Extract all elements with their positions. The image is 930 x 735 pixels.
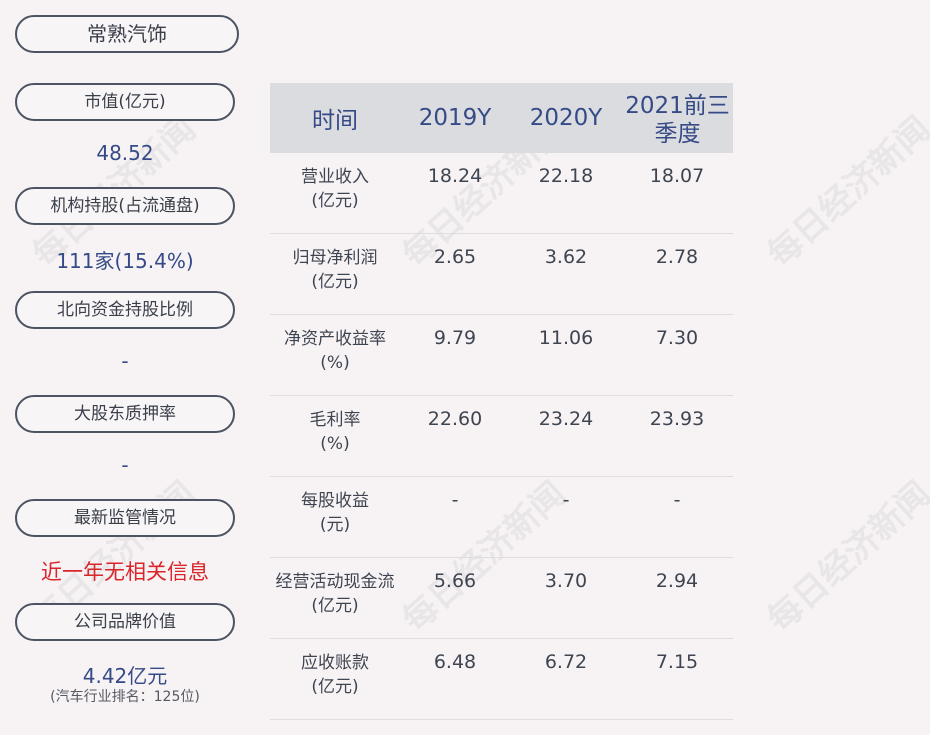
row-label: 归母净利润 (亿元) — [270, 246, 400, 294]
table-cell: 6.72 — [544, 651, 588, 673]
table-cell: 7.30 — [655, 327, 699, 349]
table-cell: - — [562, 489, 570, 511]
table-cell: 7.15 — [655, 651, 699, 673]
row-label-name: 归母净利润 — [292, 248, 378, 268]
table-row: 经营活动现金流 (亿元) 5.66 3.70 2.94 — [270, 558, 733, 639]
pledge-label: 大股东质押率 — [15, 395, 235, 433]
header-2021q3: 2021前三季度 — [625, 93, 730, 147]
brand-rank-note: (汽车行业排名：125位) — [50, 689, 200, 705]
table-row: 每股收益 (元) - - - — [270, 477, 733, 558]
header-2020: 2020Y — [529, 105, 603, 131]
institution-label: 机构持股(占流通盘) — [15, 187, 235, 225]
table-row: 净资产收益率 (%) 9.79 11.06 7.30 — [270, 315, 733, 396]
table-cell: 18.24 — [427, 165, 483, 187]
pledge-value: - — [121, 453, 129, 477]
table-cell: 22.18 — [538, 165, 594, 187]
table-cell: 18.07 — [649, 165, 705, 187]
table-row: 归母净利润 (亿元) 2.65 3.62 2.78 — [270, 234, 733, 315]
table-row: 应收账款 (亿元) 6.48 6.72 7.15 — [270, 639, 733, 720]
row-label-name: 营业收入 — [301, 167, 369, 187]
brand-value-label: 公司品牌价值 — [15, 603, 235, 641]
row-label-name: 应收账款 — [301, 653, 369, 673]
table-cell: 6.48 — [433, 651, 477, 673]
header-2019: 2019Y — [418, 105, 492, 131]
table-cell: 2.94 — [655, 570, 699, 592]
table-cell: 9.79 — [433, 327, 477, 349]
row-label-unit: (亿元) — [311, 677, 359, 697]
row-label: 营业收入 (亿元) — [270, 165, 400, 213]
row-label-unit: (亿元) — [311, 596, 359, 616]
table-cell: 5.66 — [433, 570, 477, 592]
regulation-value: 近一年无相关信息 — [41, 560, 209, 584]
northbound-label: 北向资金持股比例 — [15, 291, 235, 329]
institution-value: 111家(15.4%) — [56, 249, 194, 273]
row-label-name: 经营活动现金流 — [275, 572, 395, 592]
row-label-name: 净资产收益率 — [284, 329, 386, 349]
watermark: 每日经济新闻 — [760, 473, 930, 641]
row-label-unit: (%) — [320, 353, 350, 373]
row-label-name: 每股收益 — [301, 491, 369, 511]
market-cap-label: 市值(亿元) — [15, 83, 235, 121]
table-cell: 23.24 — [538, 408, 594, 430]
table-row: 毛利率 (%) 22.60 23.24 23.93 — [270, 396, 733, 477]
table-cell: - — [451, 489, 459, 511]
table-cell: - — [673, 489, 681, 511]
company-name: 常熟汽饰 — [15, 15, 239, 53]
table-cell: 2.78 — [655, 246, 699, 268]
row-label-name: 毛利率 — [309, 410, 361, 430]
row-label-unit: (亿元) — [311, 272, 359, 292]
row-label: 每股收益 (元) — [270, 489, 400, 537]
row-label: 应收账款 (亿元) — [270, 651, 400, 699]
regulation-label: 最新监管情况 — [15, 499, 235, 537]
brand-value: 4.42亿元 — [82, 664, 168, 688]
header-time: 时间 — [312, 108, 358, 134]
table-cell: 22.60 — [427, 408, 483, 430]
table-cell: 3.62 — [544, 246, 588, 268]
table-cell: 2.65 — [433, 246, 477, 268]
row-label: 净资产收益率 (%) — [270, 327, 400, 375]
table-cell: 23.93 — [649, 408, 705, 430]
market-cap-value: 48.52 — [96, 141, 154, 165]
table-row: 营业收入 (亿元) 18.24 22.18 18.07 — [270, 153, 733, 234]
row-label: 经营活动现金流 (亿元) — [270, 570, 400, 618]
row-label-unit: (亿元) — [311, 191, 359, 211]
row-label-unit: (%) — [320, 434, 350, 454]
northbound-value: - — [121, 349, 129, 373]
row-label: 毛利率 (%) — [270, 408, 400, 456]
watermark: 每日经济新闻 — [760, 108, 930, 276]
table-header: 时间 2019Y 2020Y 2021前三季度 — [270, 83, 733, 153]
table-cell: 11.06 — [538, 327, 594, 349]
row-label-unit: (元) — [319, 515, 351, 535]
table-cell: 3.70 — [544, 570, 588, 592]
